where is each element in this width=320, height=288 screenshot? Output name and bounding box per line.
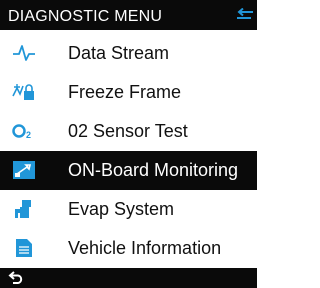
page-title: DIAGNOSTIC MENU — [8, 8, 163, 25]
menu-item-vehicle-information[interactable]: Vehicle Information — [0, 229, 257, 268]
svg-text:2: 2 — [26, 130, 31, 140]
menu-item-onboard-monitoring[interactable]: ON-Board Monitoring — [0, 151, 257, 190]
menu-item-label: 02 Sensor Test — [68, 121, 188, 141]
footer-bar — [0, 268, 257, 288]
menu-item-freeze-frame[interactable]: Freeze Frame — [0, 73, 257, 112]
menu-item-o2-sensor-test[interactable]: 2 02 Sensor Test — [0, 112, 257, 151]
freeze-frame-icon — [12, 84, 34, 100]
header-bar: DIAGNOSTIC MENU — [0, 0, 257, 30]
menu-list: Data Stream Freeze Frame 2 02 Sensor Tes… — [0, 34, 257, 268]
menu-item-label: Vehicle Information — [68, 238, 222, 258]
menu-item-label: Data Stream — [68, 43, 170, 63]
onboard-monitor-icon — [13, 161, 35, 179]
o2-sensor-icon: 2 — [12, 124, 31, 140]
waveform-icon — [13, 45, 35, 61]
back-arrow-icon[interactable] — [236, 8, 254, 22]
diagnostic-screen: DIAGNOSTIC MENU Data Stream Freeze Frame — [0, 0, 257, 288]
document-icon — [16, 239, 32, 257]
menu-item-label: Freeze Frame — [68, 82, 182, 102]
fuel-pump-icon — [15, 200, 31, 218]
menu-item-evap-system[interactable]: Evap System — [0, 190, 257, 229]
menu-item-data-stream[interactable]: Data Stream — [0, 34, 257, 73]
menu-item-label: ON-Board Monitoring — [68, 160, 239, 180]
menu-item-label: Evap System — [68, 199, 175, 219]
return-arrow-icon[interactable] — [8, 270, 24, 286]
